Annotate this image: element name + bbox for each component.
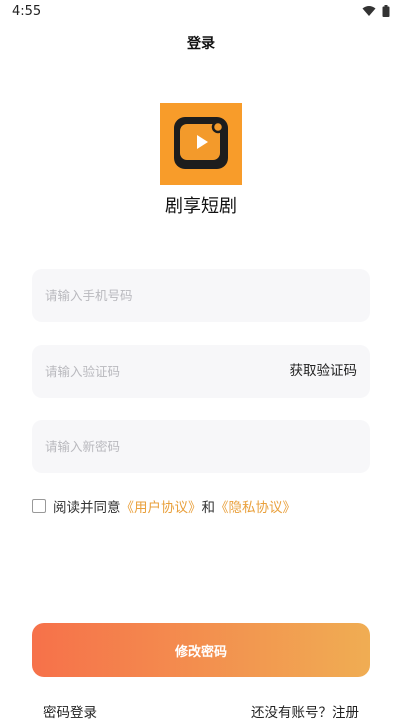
page-title: 登录	[187, 36, 215, 52]
video-play-icon	[174, 117, 228, 169]
password-login-link[interactable]: 密码登录	[43, 701, 97, 721]
agreement-and: 和	[201, 500, 216, 516]
app-logo	[160, 103, 242, 185]
agreement-checkbox[interactable]	[32, 499, 46, 513]
register-prompt: 还没有账号？注册	[251, 701, 359, 721]
change-password-button[interactable]: 修改密码	[32, 623, 370, 677]
user-agreement-link[interactable]: 《用户协议》	[121, 496, 202, 516]
no-account-text: 还没有账号？	[251, 705, 332, 721]
phone-field	[32, 269, 370, 322]
get-code-button[interactable]: 获取验证码	[290, 345, 358, 398]
status-bar: 4:55	[0, 0, 402, 24]
agreement-row: 阅读并同意 《用户协议》 和 《隐私协议》	[32, 496, 296, 516]
register-link[interactable]: 注册	[332, 705, 359, 721]
code-input[interactable]	[45, 345, 275, 398]
phone-input[interactable]	[45, 269, 275, 322]
status-time: 4:55	[12, 4, 42, 19]
new-password-field	[32, 420, 370, 473]
agreement-prefix: 阅读并同意	[53, 500, 121, 516]
status-icons	[362, 5, 390, 17]
wifi-icon	[362, 6, 376, 16]
new-password-input[interactable]	[45, 420, 275, 473]
battery-icon	[382, 5, 390, 17]
code-field: 获取验证码	[32, 345, 370, 398]
privacy-agreement-link[interactable]: 《隐私协议》	[215, 496, 296, 516]
app-name: 剧享短剧	[165, 196, 237, 217]
